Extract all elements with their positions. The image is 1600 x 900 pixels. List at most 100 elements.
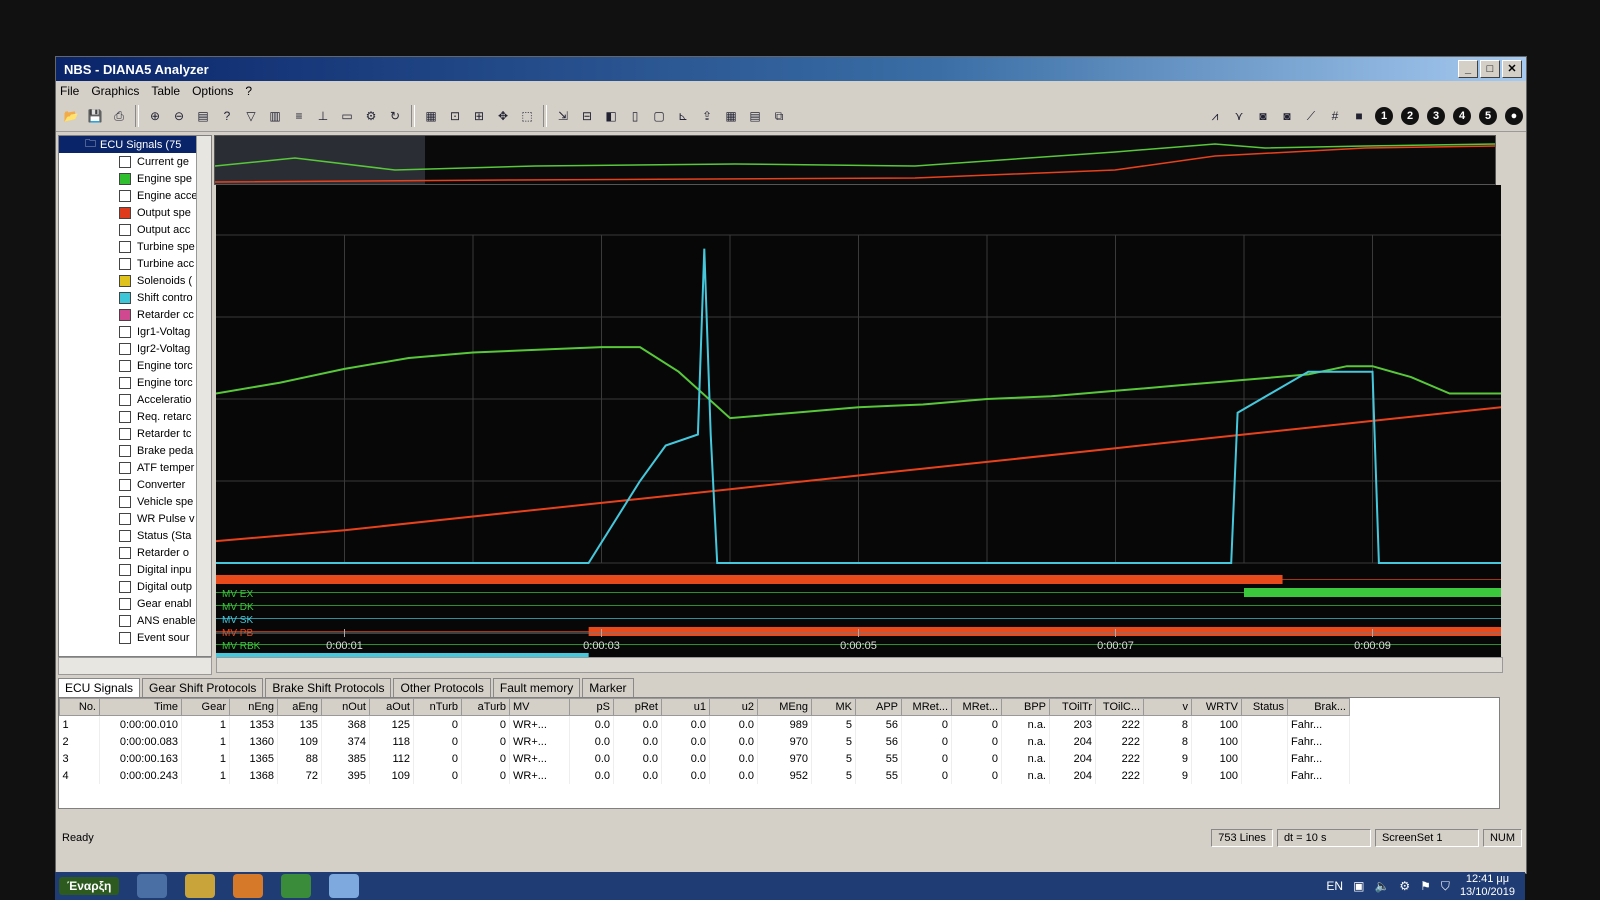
signal-color-checkbox[interactable] [119,580,131,593]
signal-color-checkbox[interactable] [119,257,131,270]
column-header[interactable]: v [1143,698,1192,716]
close-button[interactable]: ✕ [1502,60,1522,78]
signal-color-checkbox[interactable] [119,614,131,627]
stop-icon[interactable]: ■ [1348,105,1370,127]
split-icon[interactable]: ⊟ [576,105,598,127]
signal-color-checkbox[interactable] [119,631,131,644]
rpm-icon[interactable]: ◙ [1252,105,1274,127]
signal-color-checkbox[interactable] [119,597,131,610]
signal-color-checkbox[interactable] [119,563,131,576]
document-icon[interactable]: ▤ [192,105,214,127]
refresh-icon[interactable]: ↻ [384,105,406,127]
signal-color-checkbox[interactable] [119,546,131,559]
marker-icon[interactable]: ◧ [600,105,622,127]
chart-hscrollbar[interactable] [216,657,1503,673]
tree-item[interactable]: WR Pulse v [59,510,211,527]
signal-color-checkbox[interactable] [119,172,131,185]
signal-color-checkbox[interactable] [119,223,131,236]
tree-item[interactable]: Brake peda [59,442,211,459]
language-indicator[interactable]: EN [1326,879,1343,893]
nout-icon[interactable]: ◙ [1276,105,1298,127]
move-icon[interactable]: ✥ [492,105,514,127]
table-icon[interactable]: ▦ [720,105,742,127]
tab-brake-shift-protocols[interactable]: Brake Shift Protocols [265,678,392,697]
tree-scrollbar[interactable] [196,136,211,656]
tree-item[interactable]: Event sour [59,629,211,646]
frame-icon[interactable]: ▢ [648,105,670,127]
maximize-button[interactable]: □ [1480,60,1500,78]
signal-color-checkbox[interactable] [119,444,131,457]
column-header[interactable]: MRet... [951,698,1002,716]
tree-item[interactable]: ANS enable [59,612,211,629]
overview-strip[interactable] [214,135,1496,185]
tree-item[interactable]: Current ge [59,153,211,170]
tree-item[interactable]: Output acc [59,221,211,238]
save-icon[interactable]: 💾 [84,105,106,127]
screen-2-button[interactable]: 2 [1401,107,1419,125]
signal-color-checkbox[interactable] [119,393,131,406]
column-header[interactable]: pS [569,698,614,716]
tree-item[interactable]: Turbine spe [59,238,211,255]
column-header[interactable]: pRet [613,698,662,716]
signal-color-checkbox[interactable] [119,206,131,219]
column-header[interactable]: WRTV [1191,698,1242,716]
column-header[interactable]: u2 [709,698,758,716]
network-icon[interactable]: ▣ [1353,879,1364,893]
tree-item[interactable]: Converter [59,476,211,493]
signal-icon[interactable]: ⩘ [1204,105,1226,127]
signal-color-checkbox[interactable] [119,359,131,372]
fit-icon[interactable]: ⬚ [516,105,538,127]
column-header[interactable]: BPP [1001,698,1050,716]
signal-color-checkbox[interactable] [119,529,131,542]
volume-icon[interactable]: 🔈 [1374,879,1389,893]
tray-settings-icon[interactable]: ⚙ [1399,879,1410,893]
column-header[interactable]: MEng [757,698,812,716]
signal-color-checkbox[interactable] [119,410,131,423]
tab-fault-memory[interactable]: Fault memory [492,678,581,697]
table-row[interactable]: 4 0:00:00.243 1 1368 72 395 109 0 0 WR+... 0.0 0.0 0… [59,767,1350,784]
print-icon[interactable]: ⎙ [108,105,130,127]
copy-icon[interactable]: ⧉ [768,105,790,127]
axis-icon[interactable]: ⊾ [672,105,694,127]
column-header[interactable]: No. [59,698,100,716]
tab-gear-shift-protocols[interactable]: Gear Shift Protocols [142,678,264,697]
tree-item[interactable]: Retarder o [59,544,211,561]
export-icon[interactable]: ⇪ [696,105,718,127]
column-header[interactable]: Time [99,698,182,716]
tree-hscrollbar[interactable] [58,657,212,675]
label-icon[interactable]: ▭ [336,105,358,127]
tree-item[interactable]: Output spe [59,204,211,221]
column-header[interactable]: Gear [181,698,230,716]
clock[interactable]: 12:41 μμ 13/10/2019 [1460,873,1515,899]
menu-table[interactable]: Table [151,84,180,98]
screen-5-button[interactable]: 5 [1479,107,1497,125]
columns-icon[interactable]: ▯ [624,105,646,127]
tree-item[interactable]: Vehicle spe [59,493,211,510]
zoom-area-icon[interactable]: ⊞ [468,105,490,127]
chrome-icon[interactable] [281,874,312,898]
filter-icon[interactable]: ▽ [240,105,262,127]
column-header[interactable]: MV [509,698,570,716]
menu-graphics[interactable]: Graphics [91,84,139,98]
signal-color-checkbox[interactable] [119,376,131,389]
bar-chart-icon[interactable]: ▥ [264,105,286,127]
media-player-icon[interactable] [233,874,264,898]
column-header[interactable]: nTurb [413,698,462,716]
column-header[interactable]: aOut [369,698,414,716]
tree-item[interactable]: Retarder tc [59,425,211,442]
signal-color-checkbox[interactable] [119,291,131,304]
tree-item[interactable]: Engine acce [59,187,211,204]
signal-chart[interactable]: MV EXMV EXMV DKMV SKMV PBMV RBKMV TBMV R… [216,185,1501,657]
tree-item[interactable]: Turbine acc [59,255,211,272]
signal-color-checkbox[interactable] [119,495,131,508]
column-header[interactable]: MK [811,698,856,716]
tab-ecu-signals[interactable]: ECU Signals [58,678,141,697]
list-icon[interactable]: ≡ [288,105,310,127]
column-header[interactable]: aTurb [461,698,510,716]
start-button[interactable]: Έναρξη [59,877,120,895]
screen-3-button[interactable]: 3 [1427,107,1445,125]
flag-icon[interactable]: ⚑ [1420,879,1431,893]
diana-analyzer-taskbar-icon[interactable] [329,874,360,898]
column-header[interactable]: APP [855,698,902,716]
signal-color-checkbox[interactable] [119,308,131,321]
